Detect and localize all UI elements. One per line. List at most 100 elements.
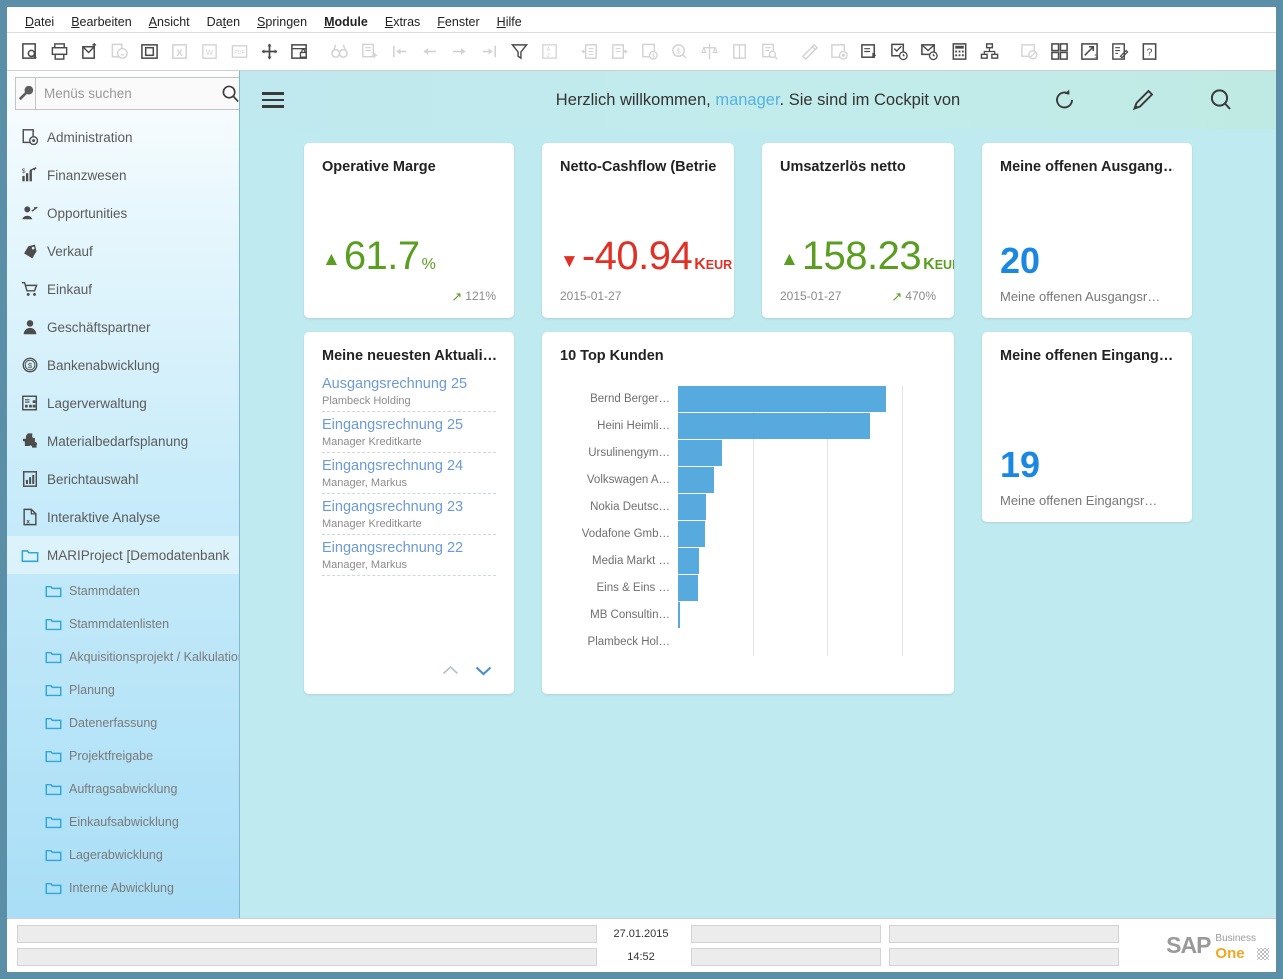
- sidebar-item-stammdatenlisten[interactable]: Stammdatenlisten: [7, 607, 239, 640]
- sidebar-item-administration[interactable]: Administration: [7, 118, 239, 156]
- sidebar-item-auftragsabwicklung[interactable]: Auftragsabwicklung: [7, 772, 239, 805]
- list-item[interactable]: Eingangsrechnung 22 Manager, Markus: [322, 540, 496, 576]
- calculator-icon[interactable]: [945, 37, 974, 67]
- sidebar-item-lagerabwicklung[interactable]: Lagerabwicklung: [7, 838, 239, 871]
- wrench-icon[interactable]: [15, 77, 36, 110]
- menu-datei[interactable]: Datei: [25, 15, 54, 29]
- bar[interactable]: [678, 413, 870, 439]
- hamburger-icon[interactable]: [262, 92, 284, 108]
- status-field[interactable]: [889, 925, 1119, 943]
- send-email-icon[interactable]: [75, 37, 104, 67]
- sidebar-item-lagerverwaltung[interactable]: Lagerverwaltung: [7, 384, 239, 422]
- table-row[interactable]: Volkswagen A…: [560, 467, 936, 493]
- list-item[interactable]: Eingangsrechnung 25 Manager Kreditkarte: [322, 417, 496, 453]
- table-row[interactable]: MB Consultin…: [560, 602, 936, 628]
- news-link[interactable]: Eingangsrechnung 24: [322, 458, 496, 474]
- resize-grip[interactable]: [1257, 948, 1269, 961]
- table-row[interactable]: Nokia Deutsc…: [560, 494, 936, 520]
- preview-icon[interactable]: [15, 37, 44, 67]
- bar[interactable]: [678, 440, 722, 466]
- widget-umsatzerloes-netto[interactable]: Umsatzerlös netto ▲ 158.23 KEUR 2015-01-…: [762, 143, 954, 318]
- activity-icon[interactable]: [885, 37, 914, 67]
- table-row[interactable]: Plambeck Hol…: [560, 629, 936, 655]
- widget-operative-marge[interactable]: Operative Marge ▲ 61.7 % ↗ 121%: [304, 143, 514, 318]
- status-field[interactable]: [889, 948, 1119, 966]
- widget-offene-ausgangsrechnungen[interactable]: Meine offenen Ausgang… 20 Meine offenen …: [982, 143, 1192, 318]
- menu-extras[interactable]: Extras: [385, 15, 420, 29]
- layout-designer-icon[interactable]: [135, 37, 164, 67]
- news-link[interactable]: Ausgangsrechnung 25: [322, 376, 496, 392]
- sidebar-item-datenerfassung[interactable]: Datenerfassung: [7, 706, 239, 739]
- script-icon[interactable]: S: [1075, 37, 1104, 67]
- edit-icon[interactable]: [1130, 87, 1156, 113]
- menu-bearbeiten[interactable]: Bearbeiten: [71, 15, 131, 29]
- bar[interactable]: [678, 467, 715, 493]
- table-row[interactable]: Ursulinengym…: [560, 440, 936, 466]
- news-link[interactable]: Eingangsrechnung 25: [322, 417, 496, 433]
- status-field[interactable]: [17, 925, 597, 943]
- chevron-down-icon[interactable]: [475, 665, 492, 678]
- menu-ansicht[interactable]: Ansicht: [149, 15, 190, 29]
- sidebar-item-mariproject[interactable]: MARIProject [Demodatenbank: [7, 536, 239, 574]
- menu-hilfe[interactable]: Hilfe: [497, 15, 522, 29]
- search-icon[interactable]: [1208, 87, 1234, 113]
- workflow-icon[interactable]: [855, 37, 884, 67]
- status-field[interactable]: [691, 948, 881, 966]
- sidebar-item-stammdaten[interactable]: Stammdaten: [7, 574, 239, 607]
- sidebar-item-verkauf[interactable]: Verkauf: [7, 232, 239, 270]
- search-icon[interactable]: [221, 84, 239, 103]
- sidebar-item-planung[interactable]: Planung: [7, 673, 239, 706]
- menu-module[interactable]: Module: [324, 15, 368, 29]
- filter-icon[interactable]: [505, 37, 534, 67]
- table-row[interactable]: Vodafone Gmb…: [560, 521, 936, 547]
- widget-top-kunden-chart[interactable]: 10 Top Kunden Bernd Berger… Heini Heimli…: [542, 332, 954, 694]
- sidebar-item-interaktive-analyse[interactable]: x Interaktive Analyse: [7, 498, 239, 536]
- bar[interactable]: [678, 494, 706, 520]
- search-input[interactable]: [44, 86, 221, 101]
- chevron-up-icon[interactable]: [442, 665, 459, 678]
- sidebar-item-opportunities[interactable]: Opportunities: [7, 194, 239, 232]
- table-row[interactable]: Eins & Eins …: [560, 575, 936, 601]
- sidebar-item-einkaufsabwicklung[interactable]: Einkaufsabwicklung: [7, 805, 239, 838]
- status-field[interactable]: [17, 948, 597, 966]
- move-icon[interactable]: [255, 37, 284, 67]
- refresh-icon[interactable]: [1052, 87, 1078, 113]
- sidebar-item-geschaeftspartner[interactable]: Geschäftspartner: [7, 308, 239, 346]
- sidebar-item-bankenabwicklung[interactable]: $ Bankenabwicklung: [7, 346, 239, 384]
- sidebar-item-einkauf[interactable]: Einkauf: [7, 270, 239, 308]
- status-field[interactable]: [691, 925, 881, 943]
- print-icon[interactable]: [45, 37, 74, 67]
- table-row[interactable]: Bernd Berger…: [560, 386, 936, 412]
- list-item[interactable]: Eingangsrechnung 23 Manager Kreditkarte: [322, 499, 496, 535]
- help-icon[interactable]: ?: [1135, 37, 1164, 67]
- sidebar-item-akquisitionsprojekt[interactable]: Akquisitionsprojekt / Kalkulation: [7, 640, 239, 673]
- list-item[interactable]: Ausgangsrechnung 25 Plambeck Holding: [322, 376, 496, 412]
- bar[interactable]: [678, 386, 887, 412]
- bar[interactable]: [678, 548, 699, 574]
- menu-fenster[interactable]: Fenster: [437, 15, 479, 29]
- messages-icon[interactable]: [915, 37, 944, 67]
- sidebar-item-projektfreigabe[interactable]: Projektfreigabe: [7, 739, 239, 772]
- notes-icon[interactable]: [1105, 37, 1134, 67]
- menu-springen[interactable]: Springen: [257, 15, 307, 29]
- sidebar-item-finanzwesen[interactable]: $ Finanzwesen: [7, 156, 239, 194]
- menu-search-box[interactable]: [36, 77, 239, 110]
- bar[interactable]: [678, 575, 699, 601]
- widget-netto-cashflow[interactable]: Netto-Cashflow (Betrieb) ▼ -40.94 KEUR 2…: [542, 143, 734, 318]
- widget-neueste-aktualisierungen[interactable]: Meine neuesten Aktuali… Ausgangsrechnung…: [304, 332, 514, 694]
- organization-chart-icon[interactable]: [975, 37, 1004, 67]
- bar[interactable]: [678, 521, 705, 547]
- news-link[interactable]: Eingangsrechnung 23: [322, 499, 496, 515]
- lock-layout-icon[interactable]: [285, 37, 314, 67]
- menu-daten[interactable]: Daten: [207, 15, 240, 29]
- cockpit-icon[interactable]: [1045, 37, 1074, 67]
- news-link[interactable]: Eingangsrechnung 22: [322, 540, 496, 556]
- list-item[interactable]: Eingangsrechnung 24 Manager, Markus: [322, 458, 496, 494]
- table-row[interactable]: Media Markt …: [560, 548, 936, 574]
- sidebar-item-interne-abwicklung[interactable]: Interne Abwicklung: [7, 871, 239, 904]
- sidebar-item-materialbedarfsplanung[interactable]: Materialbedarfsplanung: [7, 422, 239, 460]
- bar[interactable]: [678, 602, 680, 628]
- sidebar-item-berichtauswahl[interactable]: Berichtauswahl: [7, 460, 239, 498]
- widget-offene-eingangsrechnungen[interactable]: Meine offenen Eingang… 19 Meine offenen …: [982, 332, 1192, 522]
- table-row[interactable]: Heini Heimli…: [560, 413, 936, 439]
